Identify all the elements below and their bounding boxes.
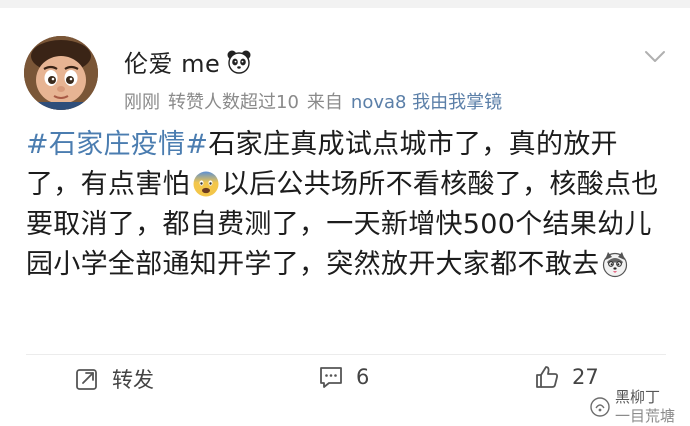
avatar[interactable] xyxy=(24,36,98,110)
fearful-face-emoji-icon xyxy=(193,171,219,197)
like-count: 27 xyxy=(572,365,599,389)
repost-button[interactable]: 转发 xyxy=(74,364,154,394)
source-prefix: 来自 xyxy=(306,92,343,113)
post-time: 刚刚 xyxy=(124,92,160,113)
husky-dog-emoji-icon xyxy=(603,252,628,278)
comment-count: 6 xyxy=(356,365,370,389)
thumbs-up-icon xyxy=(536,366,558,388)
post-meta: 刚刚 转赞人数超过10 来自 nova8 我由我掌镜 xyxy=(124,88,502,114)
watermark: 黑柳丁 一目荒塘 xyxy=(590,388,675,426)
repost-count-text: 转赞人数超过10 xyxy=(168,92,299,113)
comment-button[interactable]: 6 xyxy=(318,364,369,390)
repost-label: 转发 xyxy=(112,368,154,392)
watermark-line1: 黑柳丁 xyxy=(615,388,661,406)
chevron-down-icon[interactable] xyxy=(644,50,666,64)
username-row: 伦爱 me xyxy=(124,44,252,79)
watermark-line2: 一目荒塘 xyxy=(615,407,676,425)
like-button[interactable]: 27 xyxy=(534,364,599,390)
actions-divider xyxy=(26,354,666,355)
action-bar: 转发 6 27 xyxy=(0,364,690,404)
comment-icon xyxy=(320,367,342,388)
wechat-official-account-icon xyxy=(590,397,610,417)
hashtag-link[interactable]: #石家庄疫情# xyxy=(26,129,208,160)
top-band xyxy=(0,0,690,8)
post-content: #石家庄疫情#石家庄真成试点城市了，真的放开了，有点害怕 以后公共场所不看核酸了… xyxy=(26,125,671,285)
cartoon-boy-avatar-icon xyxy=(24,36,98,110)
weibo-post-card: 伦爱 me 刚刚 转赞人数超过10 来自 nova8 我由我掌镜 #石家庄疫情#… xyxy=(0,8,690,425)
username[interactable]: 伦爱 me xyxy=(124,44,220,79)
panda-icon xyxy=(227,50,251,74)
repost-icon xyxy=(76,369,97,390)
source-device[interactable]: nova8 我由我掌镜 xyxy=(351,88,502,114)
